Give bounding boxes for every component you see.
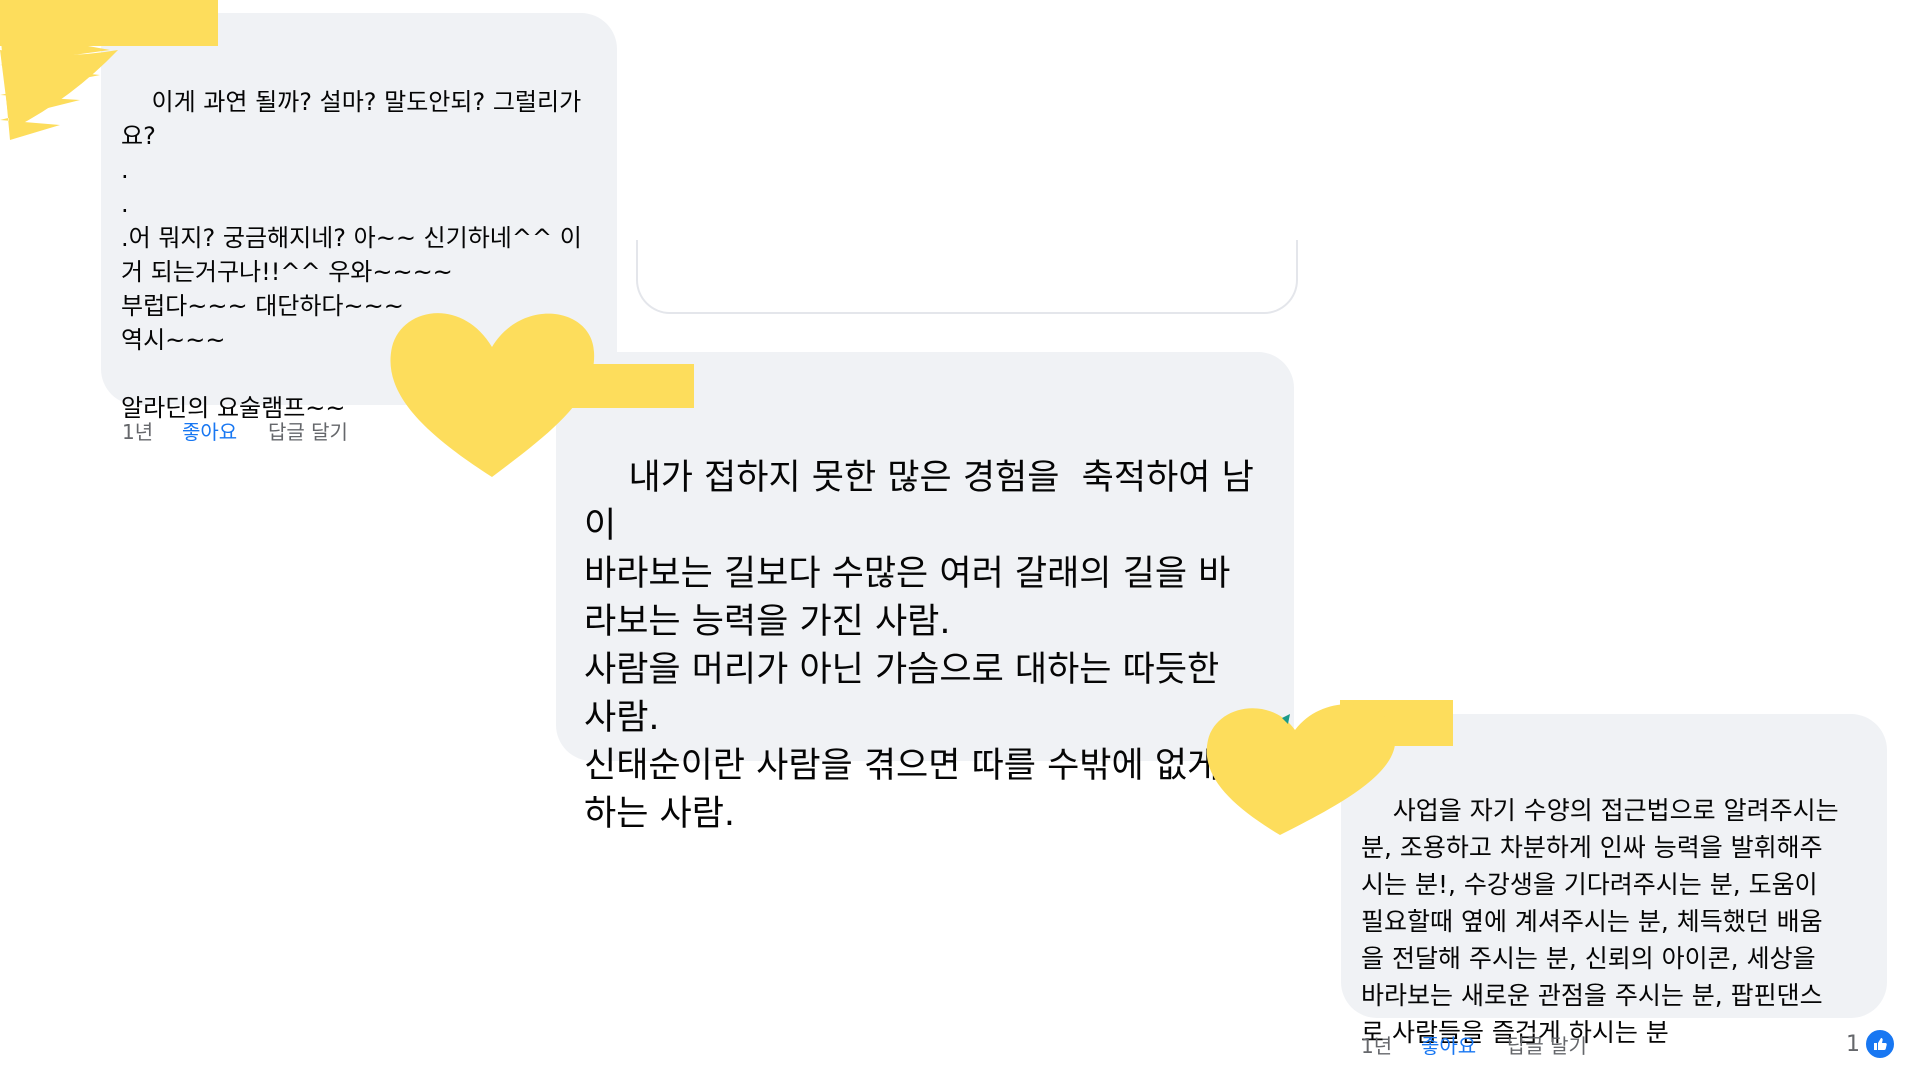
comment-actions-3: 1년 좋아요 답글 달기 [1361, 1030, 1587, 1059]
comment-text: 내가 접하지 못한 많은 경험을 축적하여 남이 바라보는 길보다 수많은 여러… [584, 458, 1254, 834]
highlight-bar [0, 0, 218, 46]
comment-text: 사업을 자기 수양의 접근법으로 알려주시는 분, 조용하고 차분하게 인싸 능… [1361, 796, 1839, 1047]
like-thumb-icon [1864, 1028, 1896, 1060]
comment-actions-1: 1년 좋아요 답글 달기 [122, 416, 348, 445]
comment-timestamp[interactable]: 1년 [122, 416, 182, 445]
highlight-bar [1340, 700, 1453, 746]
reaction-summary[interactable]: 1 [1846, 1028, 1896, 1060]
like-button[interactable]: 좋아요 [182, 416, 268, 445]
like-button[interactable]: 좋아요 [1421, 1030, 1507, 1059]
reaction-count: 1 [1846, 1031, 1860, 1057]
reply-button[interactable]: 답글 달기 [268, 416, 348, 445]
comment-bubble-2: 내가 접하지 못한 많은 경험을 축적하여 남이 바라보는 길보다 수많은 여러… [556, 352, 1294, 834]
comment-bubble-1: 이게 과연 될까? 설마? 말도안되? 그럴리가 요? . . .어 뭐지? 궁… [101, 13, 617, 422]
comment-bubble-3: 사업을 자기 수양의 접근법으로 알려주시는 분, 조용하고 차분하게 인싸 능… [1341, 714, 1887, 1047]
comment-timestamp[interactable]: 1년 [1361, 1030, 1421, 1059]
comment-text: 이게 과연 될까? 설마? 말도안되? 그럴리가 요? . . .어 뭐지? 궁… [121, 88, 582, 422]
screenshot-collage: 이게 과연 될까? 설마? 말도안되? 그럴리가 요? . . .어 뭐지? 궁… [0, 0, 1920, 1080]
highlight-bar [556, 364, 694, 408]
comment-box-fragment [636, 240, 1298, 314]
reply-button[interactable]: 답글 달기 [1507, 1030, 1587, 1059]
